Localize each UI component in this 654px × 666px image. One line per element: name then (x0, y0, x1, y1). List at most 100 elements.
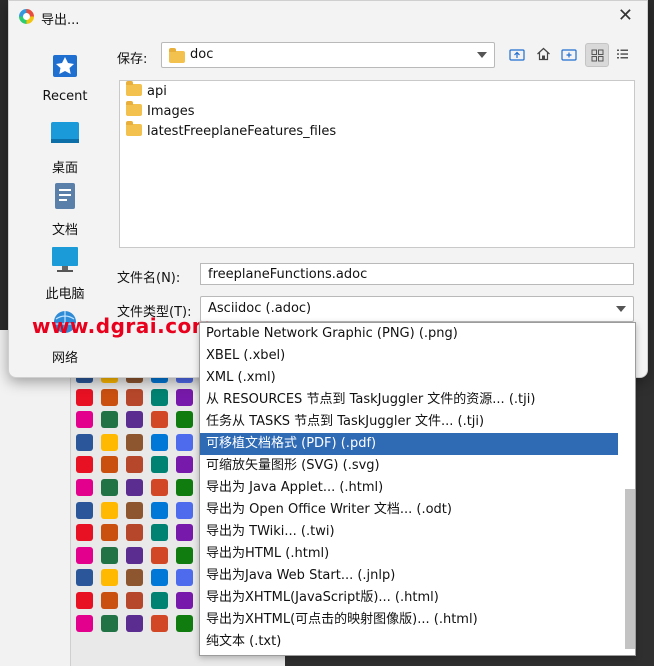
background-app-icon (151, 524, 168, 542)
dropdown-option[interactable]: 导出为HTML (.html) (200, 543, 618, 565)
list-item[interactable]: Images (120, 101, 634, 122)
list-view-icon (616, 49, 628, 59)
dropdown-option[interactable]: 任务从 TASKS 节点到 TaskJuggler 文件... (.tji) (200, 411, 618, 433)
folder-icon (126, 121, 142, 136)
dropdown-option[interactable]: XML (.xml) (200, 367, 618, 389)
save-in-combo[interactable]: doc (161, 42, 495, 68)
dropdown-option[interactable]: XBEL (.xbel) (200, 345, 618, 367)
background-icon-grid (76, 366, 206, 637)
title-bar: 导出... ✕ (9, 1, 647, 33)
save-in-label: 保存: (117, 52, 148, 67)
chevron-down-icon (477, 52, 487, 58)
background-app-icon (76, 591, 93, 609)
background-app-icon (176, 478, 193, 496)
grid-view-icon (591, 49, 603, 61)
recent-icon (53, 55, 77, 77)
background-app-icon (76, 478, 93, 496)
background-app-icon (126, 569, 143, 587)
dropdown-option[interactable]: 导出为Java Web Start... (.jnlp) (200, 565, 618, 587)
up-folder-button[interactable] (506, 43, 528, 65)
dialog-title: 导出... (41, 13, 80, 28)
background-app-icon (126, 411, 143, 429)
dropdown-option[interactable]: 从 RESOURCES 节点到 TaskJuggler 文件的资源... (.t… (200, 389, 618, 411)
dropdown-option[interactable]: 可移植文档格式 (PDF) (.pdf) (200, 433, 618, 455)
background-app-icon (151, 569, 168, 587)
filetype-combo[interactable]: Asciidoc (.adoc) (200, 296, 634, 322)
background-app-icon (76, 569, 93, 587)
filetype-value: Asciidoc (.adoc) (208, 301, 312, 316)
new-folder-button[interactable] (558, 43, 580, 65)
background-app-icon (126, 456, 143, 474)
background-app-icon (151, 411, 168, 429)
place-computer[interactable]: 此电脑 (33, 245, 97, 302)
background-app-icon (101, 478, 118, 496)
background-app-icon (151, 614, 168, 632)
computer-icon (52, 247, 78, 272)
background-app-icon (151, 546, 168, 564)
background-app-icon (151, 456, 168, 474)
background-app-icon (76, 456, 93, 474)
background-app-icon (126, 501, 143, 519)
background-app-icon (76, 388, 93, 406)
background-app-icon (126, 433, 143, 451)
background-app-icon (76, 546, 93, 564)
background-app-icon (176, 433, 193, 451)
dropdown-option[interactable]: 导出为XHTML(可点击的映射图像版)... (.html) (200, 609, 618, 631)
list-item[interactable]: api (120, 81, 634, 102)
place-documents[interactable]: 文档 (33, 181, 97, 238)
background-app-icon (101, 411, 118, 429)
background-app-icon (151, 478, 168, 496)
desktop-icon (51, 122, 79, 143)
up-folder-icon (509, 49, 525, 61)
close-button[interactable]: ✕ (618, 5, 633, 27)
dropdown-option[interactable]: Portable Network Graphic (PNG) (.png) (200, 323, 618, 345)
background-app-icon (76, 524, 93, 542)
background-app-icon (126, 614, 143, 632)
dropdown-option[interactable]: 导出为XHTML(JavaScript版)... (.html) (200, 587, 618, 609)
watermark-text: www.dgrai.com (32, 314, 214, 338)
filetype-dropdown-list[interactable]: Portable Network Graphic (PNG) (.png) XBE… (199, 322, 636, 656)
chevron-down-icon (616, 306, 626, 312)
background-app-icon (176, 501, 193, 519)
background-app-icon (176, 614, 193, 632)
file-list[interactable]: api Images latestFreeplaneFeatures_files (119, 80, 635, 248)
place-desktop[interactable]: 桌面 (33, 119, 97, 176)
background-app-icon (101, 524, 118, 542)
background-app-icon (76, 411, 93, 429)
background-app-icon (101, 614, 118, 632)
dropdown-option[interactable]: 导出为 TWiki... (.twi) (200, 521, 618, 543)
background-app-icon (126, 478, 143, 496)
save-in-value: doc (190, 47, 214, 62)
grid-view-button[interactable] (585, 43, 609, 67)
background-app-icon (151, 388, 168, 406)
folder-icon (126, 101, 142, 116)
background-app-icon (176, 411, 193, 429)
background-app-icon (101, 501, 118, 519)
dropdown-option[interactable]: 可缩放矢量图形 (SVG) (.svg) (200, 455, 618, 477)
background-app-icon (176, 591, 193, 609)
dropdown-option[interactable]: 导出为 Java Applet... (.html) (200, 477, 618, 499)
background-app-icon (126, 591, 143, 609)
background-app-icon (101, 591, 118, 609)
list-view-button[interactable] (611, 43, 633, 65)
place-recent[interactable]: Recent (33, 51, 97, 104)
filename-input[interactable]: freeplaneFunctions.adoc (200, 263, 634, 285)
background-app-icon (176, 456, 193, 474)
new-folder-icon (561, 49, 577, 61)
dropdown-scrollbar[interactable] (625, 489, 635, 649)
home-icon (536, 47, 550, 61)
background-app-icon (76, 614, 93, 632)
background-app-icon (101, 569, 118, 587)
documents-icon (55, 183, 75, 209)
background-app-icon (126, 546, 143, 564)
list-item[interactable]: latestFreeplaneFeatures_files (120, 121, 634, 142)
background-app-icon (101, 456, 118, 474)
folder-icon (169, 48, 185, 63)
home-button[interactable] (532, 43, 554, 65)
dropdown-option[interactable]: 导出为 Open Office Writer 文档... (.odt) (200, 499, 618, 521)
background-app-icon (151, 501, 168, 519)
background-app-icon (176, 569, 193, 587)
background-app-icon (126, 524, 143, 542)
background-app-icon (126, 388, 143, 406)
dropdown-option[interactable]: 纯文本 (.txt) (200, 631, 618, 653)
